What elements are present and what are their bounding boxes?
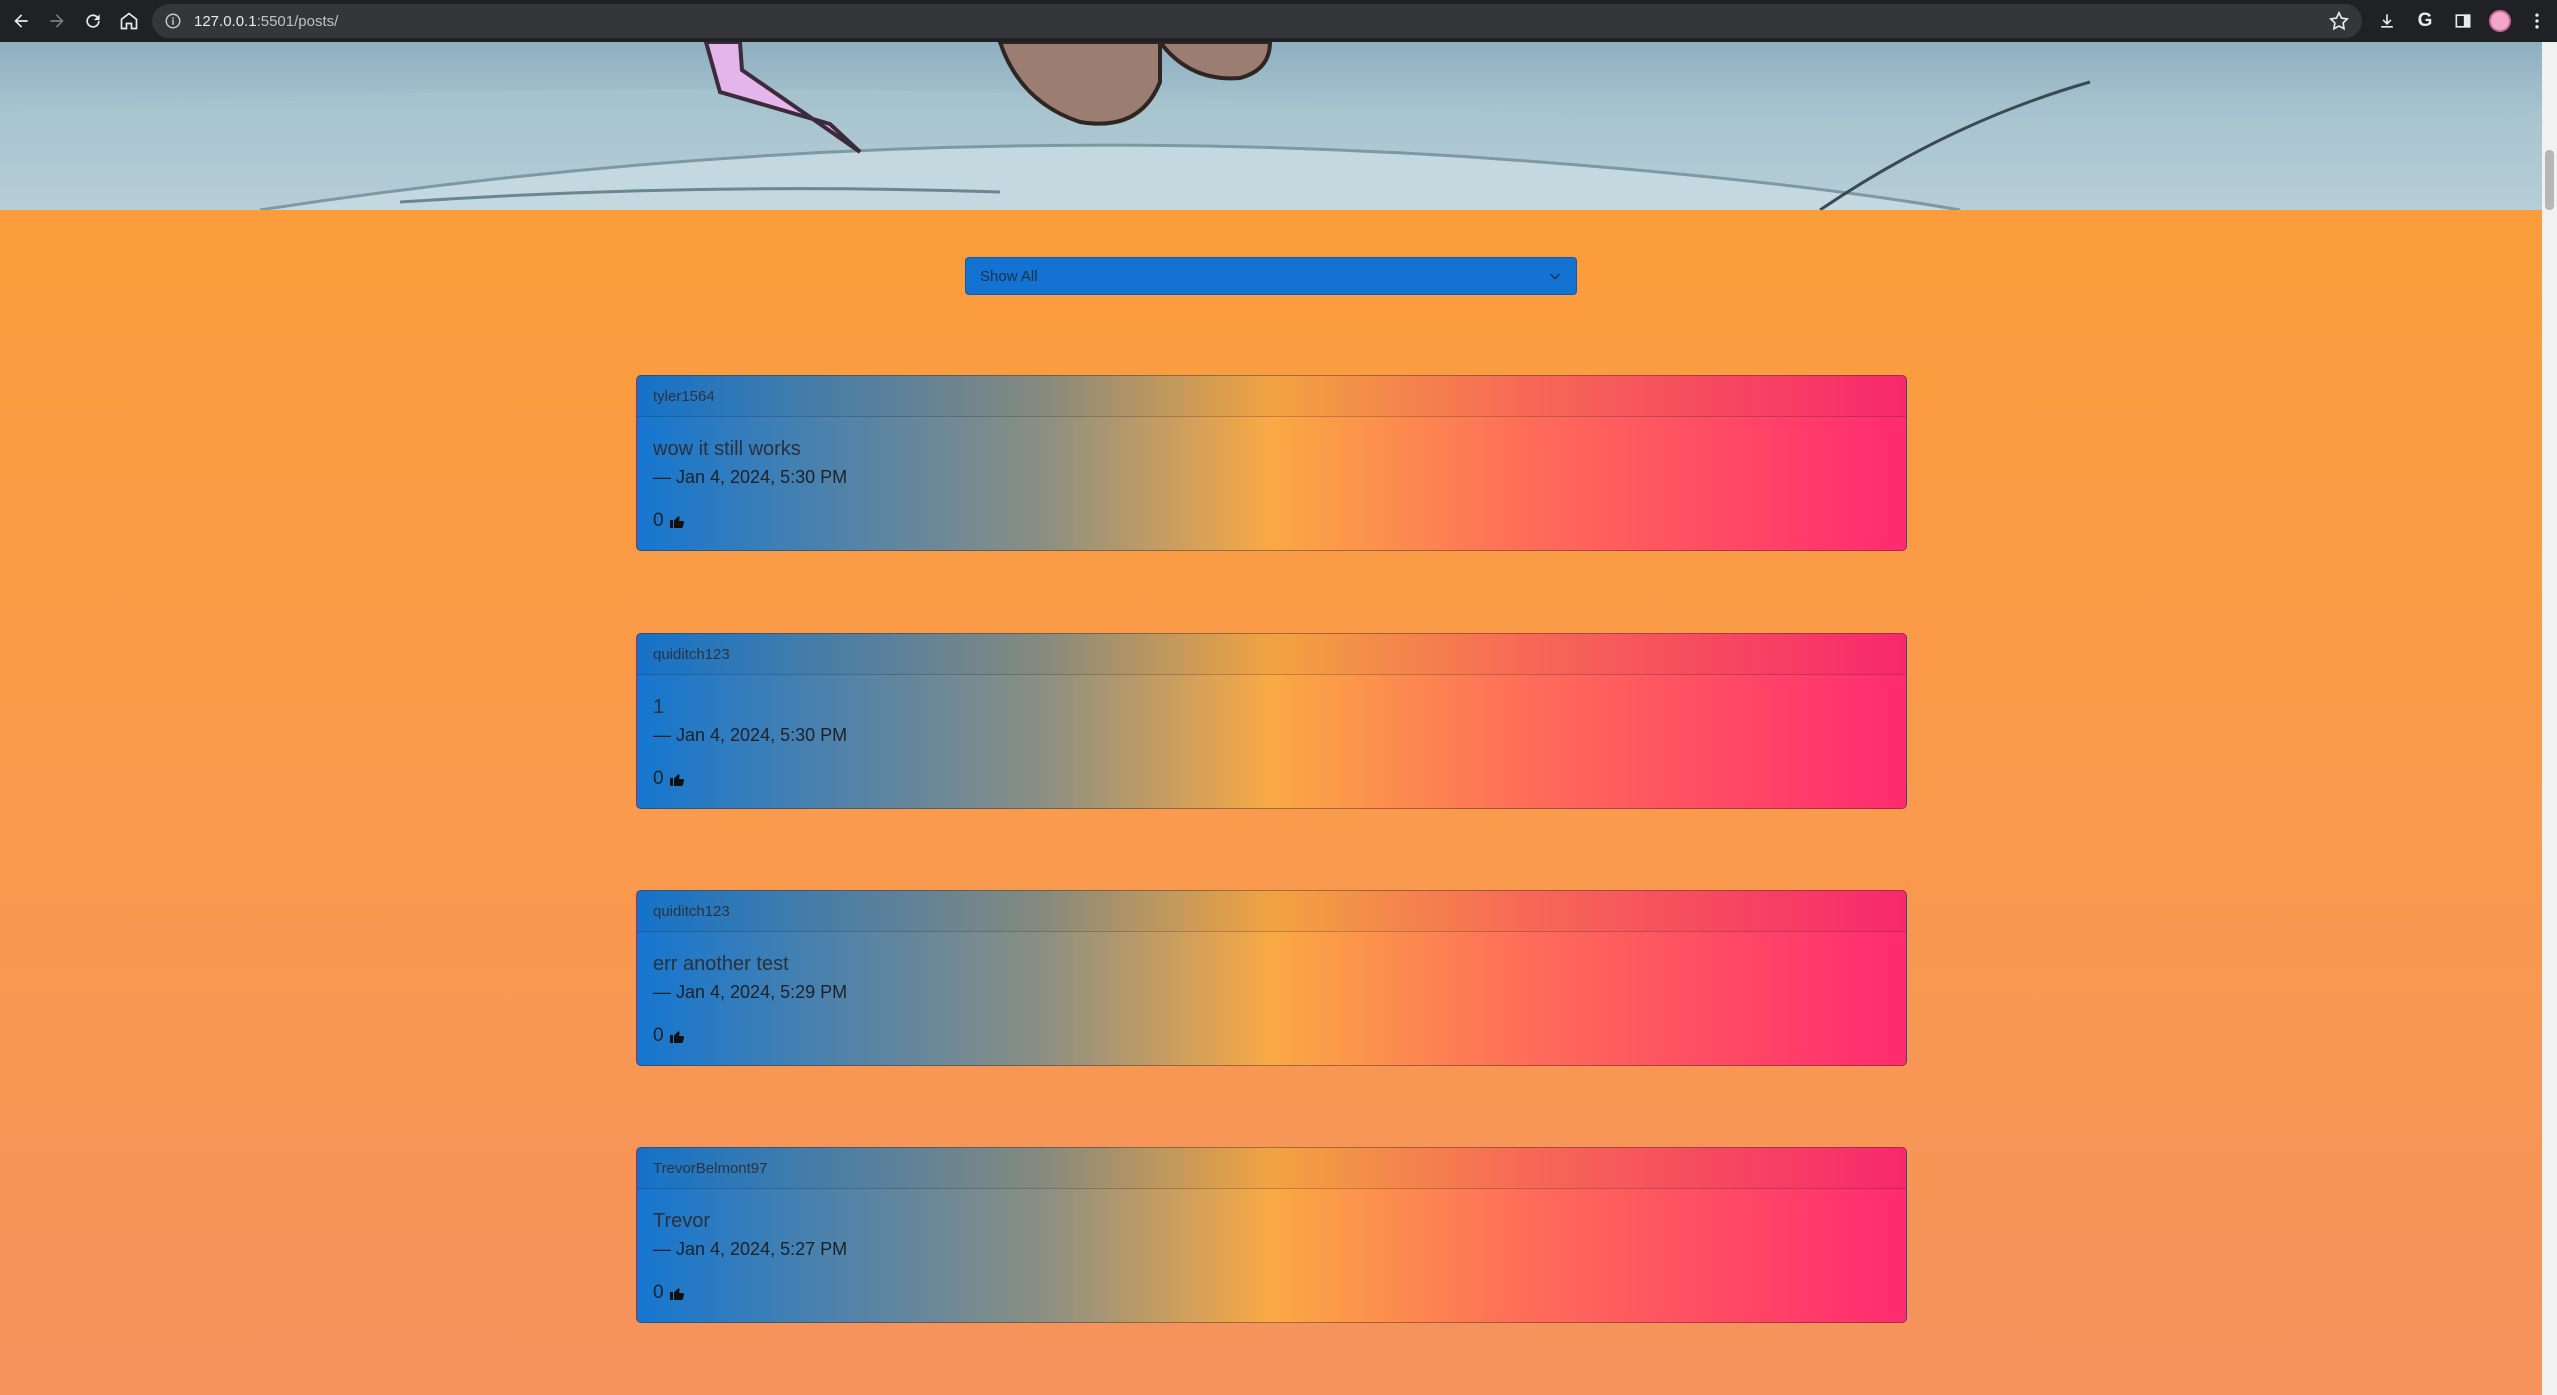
browser-toolbar: 127.0.0.1:5501/posts/ G (0, 0, 2557, 42)
post-text: wow it still works (653, 438, 801, 460)
post-timestamp: — Jan 4, 2024, 5:29 PM (653, 982, 848, 1002)
post-timestamp: — Jan 4, 2024, 5:27 PM (653, 1239, 848, 1259)
download-icon[interactable] (2375, 9, 2399, 33)
google-icon[interactable]: G (2413, 9, 2437, 33)
post-timestamp: — Jan 4, 2024, 5:30 PM (653, 725, 848, 745)
hero-banner-image (0, 42, 2542, 210)
post-text: err another test (653, 953, 789, 975)
posts-page: Show All tyler1564 wow it still works — … (0, 210, 2542, 1395)
post-card: quiditch123 1 — Jan 4, 2024, 5:30 PM 0 (636, 633, 1907, 809)
like-count: 0 (653, 1282, 664, 1303)
thumbs-up-icon (669, 771, 685, 787)
side-panel-icon[interactable] (2451, 9, 2475, 33)
post-filter-select[interactable]: Show All (965, 257, 1577, 295)
thumbs-up-icon (669, 1028, 685, 1044)
post-text: Trevor (653, 1210, 711, 1232)
chevron-down-icon (1548, 269, 1562, 283)
like-button[interactable]: 0 (653, 1025, 1890, 1047)
page-scrollbar[interactable] (2542, 42, 2557, 1395)
post-timestamp: — Jan 4, 2024, 5:30 PM (653, 467, 848, 487)
menu-icon[interactable] (2525, 9, 2549, 33)
post-text: 1 (653, 696, 665, 718)
post-author: quiditch123 (637, 891, 1906, 932)
address-bar[interactable]: 127.0.0.1:5501/posts/ (152, 4, 2362, 38)
scrollbar-thumb[interactable] (2545, 150, 2554, 210)
post-author: quiditch123 (637, 634, 1906, 675)
post-card: tyler1564 wow it still works — Jan 4, 20… (636, 375, 1907, 551)
like-button[interactable]: 0 (653, 1282, 1890, 1304)
like-count: 0 (653, 1025, 664, 1046)
back-icon[interactable] (6, 6, 36, 36)
like-count: 0 (653, 768, 664, 789)
like-button[interactable]: 0 (653, 510, 1890, 532)
post-card: TrevorBelmont97 Trevor — Jan 4, 2024, 5:… (636, 1147, 1907, 1323)
bookmark-star-icon[interactable] (2328, 10, 2350, 32)
profile-avatar[interactable] (2489, 10, 2511, 32)
thumbs-up-icon (669, 513, 685, 529)
post-author: tyler1564 (637, 376, 1906, 417)
site-info-icon[interactable] (162, 10, 184, 32)
thumbs-up-icon (669, 1285, 685, 1301)
like-count: 0 (653, 510, 664, 531)
post-filter-selected-value: Show All (980, 267, 1038, 285)
forward-icon[interactable] (42, 6, 72, 36)
toolbar-actions: G (2375, 0, 2557, 42)
reload-icon[interactable] (78, 6, 108, 36)
post-card: quiditch123 err another test — Jan 4, 20… (636, 890, 1907, 1066)
url-text: 127.0.0.1:5501/posts/ (194, 12, 339, 30)
like-button[interactable]: 0 (653, 768, 1890, 790)
home-icon[interactable] (114, 6, 144, 36)
post-author: TrevorBelmont97 (637, 1148, 1906, 1189)
